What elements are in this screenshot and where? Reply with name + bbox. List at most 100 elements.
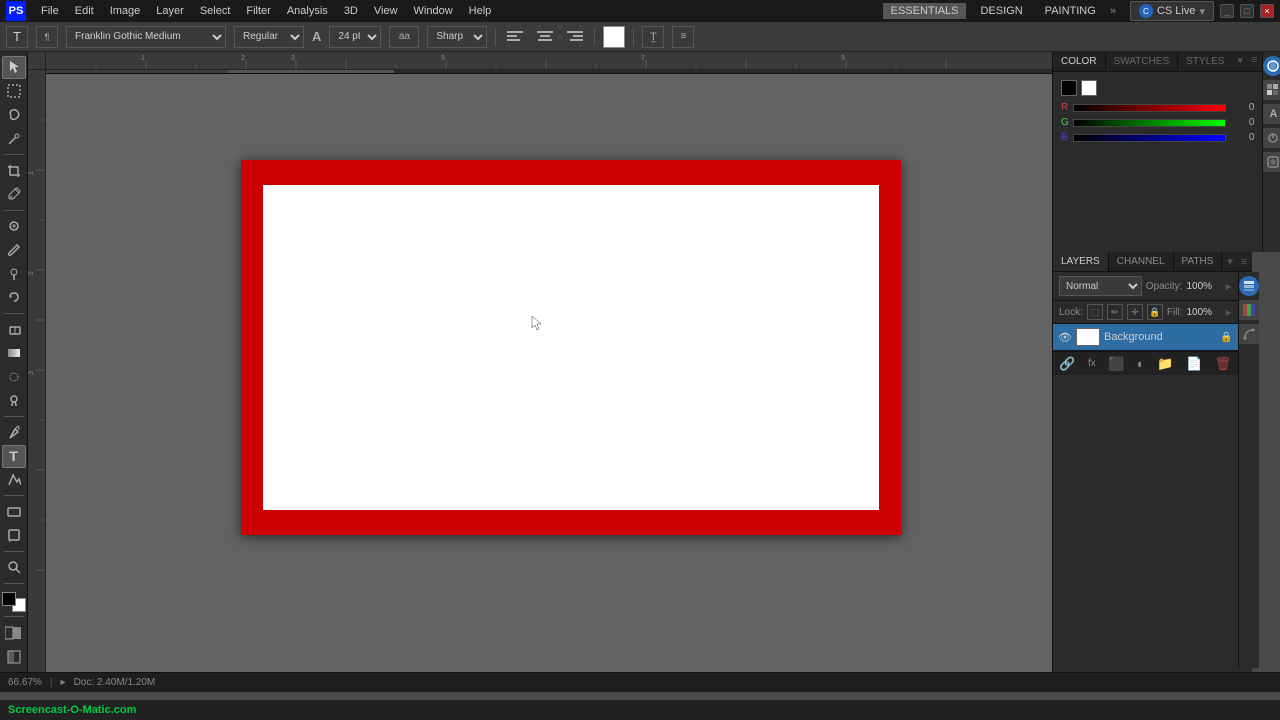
paths-tab[interactable]: PATHS	[1174, 252, 1223, 271]
align-center-button[interactable]	[534, 26, 556, 48]
lock-image[interactable]: ✏	[1107, 304, 1123, 320]
menu-filter[interactable]: Filter	[239, 3, 277, 19]
cs-live-button[interactable]: C CS Live ▾	[1130, 1, 1214, 21]
essentials-button[interactable]: ESSENTIALS	[883, 3, 967, 19]
menu-view[interactable]: View	[367, 3, 405, 19]
g-slider[interactable]	[1073, 119, 1226, 127]
painting-button[interactable]: PAINTING	[1037, 3, 1104, 19]
layers-expand[interactable]: ▾	[1224, 255, 1236, 268]
brush-tool[interactable]	[2, 238, 26, 261]
minimize-button[interactable]: _	[1220, 4, 1234, 18]
svg-text:5: 5	[441, 55, 445, 62]
tool-preset-button[interactable]: T	[6, 26, 28, 48]
channels-icon[interactable]	[1239, 300, 1259, 320]
channel-tab[interactable]: CHANNEL	[1109, 252, 1174, 271]
color-swatches[interactable]	[2, 592, 26, 613]
crop-tool[interactable]	[2, 159, 26, 182]
character-panel-button[interactable]: ¶	[36, 26, 58, 48]
bg-color-preview[interactable]	[1081, 80, 1097, 96]
lock-all[interactable]: 🔒	[1147, 304, 1163, 320]
color-icon[interactable]	[1263, 56, 1280, 76]
font-family-select[interactable]: Franklin Gothic Medium	[66, 26, 226, 48]
close-button[interactable]: ×	[1260, 4, 1274, 18]
delete-layer-button[interactable]: 🗑	[1211, 354, 1236, 374]
gradient-tool[interactable]	[2, 342, 26, 365]
warp-text-button[interactable]: T̰	[642, 26, 664, 48]
eyedropper-tool[interactable]	[2, 183, 26, 206]
shape-tool[interactable]	[2, 500, 26, 523]
styles-panel-tab[interactable]: STYLES	[1178, 52, 1232, 71]
opacity-arrow[interactable]: ▸	[1225, 279, 1231, 293]
menu-file[interactable]: File	[34, 3, 66, 19]
align-left-button[interactable]	[504, 26, 526, 48]
menu-help[interactable]: Help	[462, 3, 499, 19]
link-layers-button[interactable]: 🔗	[1055, 354, 1079, 374]
lock-position[interactable]: ✛	[1127, 304, 1143, 320]
maximize-button[interactable]: □	[1240, 4, 1254, 18]
options-separator-1	[495, 28, 496, 46]
masks-icon[interactable]	[1263, 152, 1280, 172]
eraser-tool[interactable]	[2, 318, 26, 341]
font-style-select[interactable]: Regular	[234, 26, 304, 48]
new-group-button[interactable]: 📁	[1153, 354, 1177, 374]
dodge-tool[interactable]	[2, 389, 26, 412]
swatches-icon[interactable]	[1263, 80, 1280, 100]
more-workspaces[interactable]: »	[1110, 5, 1116, 17]
layer-effects-button[interactable]: fx	[1084, 356, 1100, 371]
layers-more[interactable]: ≡	[1238, 256, 1250, 268]
lock-transparent[interactable]: ⬚	[1087, 304, 1103, 320]
fill-arrow[interactable]: ▸	[1225, 305, 1231, 319]
clone-stamp-tool[interactable]	[2, 262, 26, 285]
text-color-swatch[interactable]	[603, 26, 625, 48]
toggle-panels-button[interactable]: ≡	[672, 26, 694, 48]
quick-mask-button[interactable]	[2, 621, 26, 644]
path-selection-tool[interactable]	[2, 469, 26, 492]
fg-color-preview[interactable]	[1061, 80, 1077, 96]
notes-tool[interactable]	[2, 524, 26, 547]
align-right-button[interactable]	[564, 26, 586, 48]
layer-row-background[interactable]: 👁 Background 🔒	[1053, 324, 1238, 351]
design-button[interactable]: DESIGN	[972, 3, 1030, 19]
panel-collapse[interactable]: ▾	[1234, 54, 1246, 69]
styles-icon[interactable]: A	[1263, 104, 1280, 124]
menu-image[interactable]: Image	[103, 3, 148, 19]
screen-mode-button[interactable]	[2, 645, 26, 668]
tool-sep-1	[4, 154, 24, 155]
magic-wand-tool[interactable]	[2, 127, 26, 150]
layer-visibility-toggle[interactable]: 👁	[1058, 330, 1072, 344]
menu-layer[interactable]: Layer	[149, 3, 191, 19]
g-label: G	[1061, 117, 1069, 128]
status-arrow[interactable]: ▸	[61, 677, 66, 688]
blur-tool[interactable]	[2, 365, 26, 388]
menu-analysis[interactable]: Analysis	[280, 3, 335, 19]
b-slider[interactable]	[1073, 134, 1226, 142]
healing-brush-tool[interactable]	[2, 215, 26, 238]
paths-icon[interactable]	[1239, 324, 1259, 344]
add-mask-button[interactable]: ⬛	[1104, 354, 1128, 374]
font-size-select[interactable]: 24 pt	[329, 26, 381, 48]
panel-menu[interactable]: ≡	[1248, 54, 1260, 69]
menu-select[interactable]: Select	[193, 3, 238, 19]
layers-tab[interactable]: LAYERS	[1053, 252, 1109, 271]
foreground-color-swatch[interactable]	[2, 592, 16, 606]
zoom-tool[interactable]	[2, 556, 26, 579]
antialiasing-select[interactable]: Sharp	[427, 26, 487, 48]
menu-edit[interactable]: Edit	[68, 3, 101, 19]
adjustments-icon[interactable]	[1263, 128, 1280, 148]
blend-mode-dropdown[interactable]: Normal	[1059, 276, 1142, 296]
r-slider[interactable]	[1073, 104, 1226, 112]
lasso-tool[interactable]	[2, 104, 26, 127]
history-brush-tool[interactable]	[2, 286, 26, 309]
type-tool[interactable]: T	[2, 445, 26, 468]
document-canvas[interactable]	[241, 160, 901, 535]
adjustment-layer-button[interactable]: ◐	[1133, 354, 1149, 373]
color-panel-tab[interactable]: COLOR	[1053, 52, 1106, 71]
menu-3d[interactable]: 3D	[337, 3, 365, 19]
menu-window[interactable]: Window	[407, 3, 460, 19]
swatches-panel-tab[interactable]: SWATCHES	[1106, 52, 1179, 71]
layers-icon[interactable]	[1239, 276, 1259, 296]
marquee-tool[interactable]	[2, 80, 26, 103]
move-tool[interactable]	[2, 56, 26, 79]
pen-tool[interactable]	[2, 421, 26, 444]
new-layer-button[interactable]: 📄	[1182, 354, 1206, 374]
